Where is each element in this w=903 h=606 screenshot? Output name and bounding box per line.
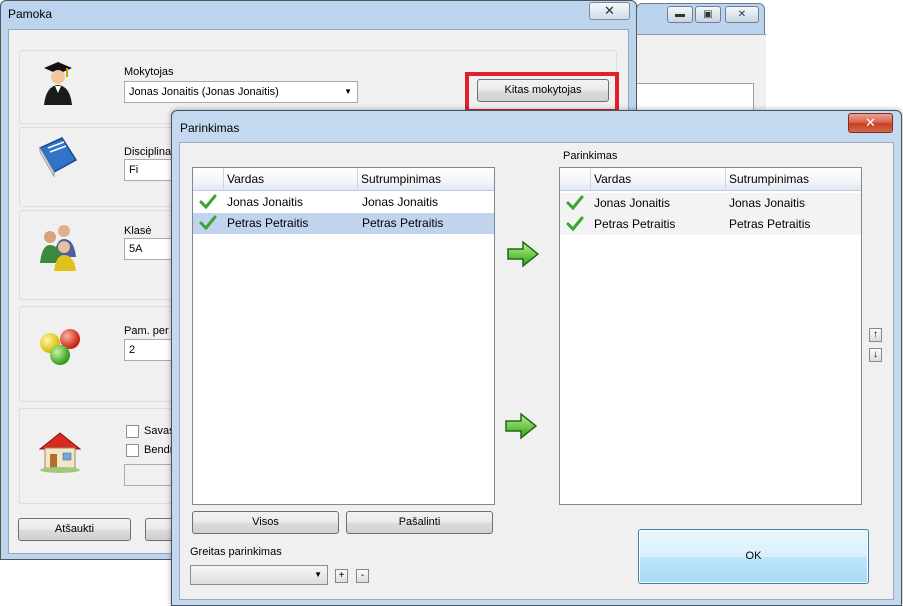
check-icon [199, 194, 217, 210]
remove-button[interactable]: Pašalinti [346, 511, 493, 534]
class-value: 5A [129, 243, 143, 255]
plus-button[interactable]: + [335, 569, 348, 583]
check-icon [566, 216, 584, 232]
move-up-button[interactable]: ↑ [869, 328, 882, 342]
column-header-sutrumpinimas[interactable]: Sutrumpinimas [725, 168, 861, 191]
maximize-button[interactable]: ▣ [695, 6, 721, 23]
teacher-select-value: Jonas Jonaitis (Jonas Jonaitis) [129, 86, 279, 98]
selected-list-header: Vardas Sutrumpinimas [560, 168, 861, 191]
table-row-selected[interactable]: Petras Petraitis Petras Petraitis [193, 213, 494, 234]
selected-list[interactable]: Vardas Sutrumpinimas Jonas Jonaitis Jona… [559, 167, 862, 505]
table-row[interactable]: Jonas Jonaitis Jonas Jonaitis [193, 192, 494, 213]
available-list-header: Vardas Sutrumpinimas [193, 168, 494, 191]
savas-checkbox[interactable] [126, 425, 139, 438]
close-button[interactable]: ✕ [589, 2, 630, 20]
teacher-icon [44, 62, 72, 105]
highlight-outline [465, 72, 619, 113]
check-icon [199, 215, 217, 231]
chevron-down-icon: ▼ [344, 87, 352, 96]
students-icon [40, 225, 76, 271]
table-row[interactable]: Petras Petraitis Petras Petraitis [560, 214, 861, 235]
column-header-vardas[interactable]: Vardas [223, 168, 357, 191]
ok-button[interactable]: OK [638, 529, 869, 584]
dialog-body: Vardas Sutrumpinimas Jonas Jonaitis Jona… [179, 142, 894, 600]
row-sutrumpinimas: Jonas Jonaitis [729, 196, 806, 210]
row-sutrumpinimas: Jonas Jonaitis [362, 195, 439, 209]
balls-icon [40, 329, 80, 365]
book-icon [38, 137, 78, 178]
column-header-vardas[interactable]: Vardas [590, 168, 725, 191]
check-column-header [560, 168, 590, 191]
close-button[interactable]: ✕ [848, 113, 893, 133]
row-sutrumpinimas: Petras Petraitis [362, 216, 444, 230]
background-window: ▬ ▣ ✕ [636, 3, 766, 153]
row-vardas: Petras Petraitis [594, 217, 676, 231]
lessons-value: 2 [129, 344, 136, 356]
row-sutrumpinimas: Petras Petraitis [729, 217, 811, 231]
dialog-title: Parinkimas [180, 121, 240, 135]
row-vardas: Jonas Jonaitis [227, 195, 304, 209]
quick-select-dropdown[interactable]: ▼ [190, 565, 328, 585]
close-button[interactable]: ✕ [725, 6, 759, 23]
discipline-value: Fi [129, 164, 139, 176]
teacher-select[interactable]: Jonas Jonaitis (Jonas Jonaitis) ▼ [124, 81, 358, 103]
teacher-label: Mokytojas [124, 66, 174, 78]
check-column-header [193, 168, 223, 191]
available-list[interactable]: Vardas Sutrumpinimas Jonas Jonaitis Jona… [192, 167, 495, 505]
add-all-arrow-icon[interactable] [504, 411, 538, 441]
check-icon [566, 195, 584, 211]
column-header-sutrumpinimas[interactable]: Sutrumpinimas [357, 168, 494, 191]
select-all-button[interactable]: Visos [192, 511, 339, 534]
minimize-button[interactable]: ▬ [667, 6, 693, 23]
add-arrow-icon[interactable] [506, 239, 540, 269]
window-title: Pamoka [8, 7, 53, 21]
house-icon [38, 432, 82, 473]
row-vardas: Petras Petraitis [227, 216, 309, 230]
cancel-button[interactable]: Atšaukti [18, 518, 131, 541]
minus-button[interactable]: - [356, 569, 369, 583]
chevron-down-icon: ▼ [314, 570, 322, 579]
selected-list-label: Parinkimas [563, 150, 618, 162]
bendra-checkbox[interactable] [126, 444, 139, 457]
selection-dialog: Parinkimas ✕ Vardas Sutrumpinimas Jonas … [171, 110, 902, 606]
quick-select-label: Greitas parinkimas [190, 546, 282, 558]
table-row[interactable]: Jonas Jonaitis Jonas Jonaitis [560, 193, 861, 214]
row-vardas: Jonas Jonaitis [594, 196, 671, 210]
lessons-label: Pam. per s [124, 325, 178, 337]
class-label: Klasė [124, 225, 152, 237]
discipline-label: Disciplina [124, 146, 172, 158]
move-down-button[interactable]: ↓ [869, 348, 882, 362]
